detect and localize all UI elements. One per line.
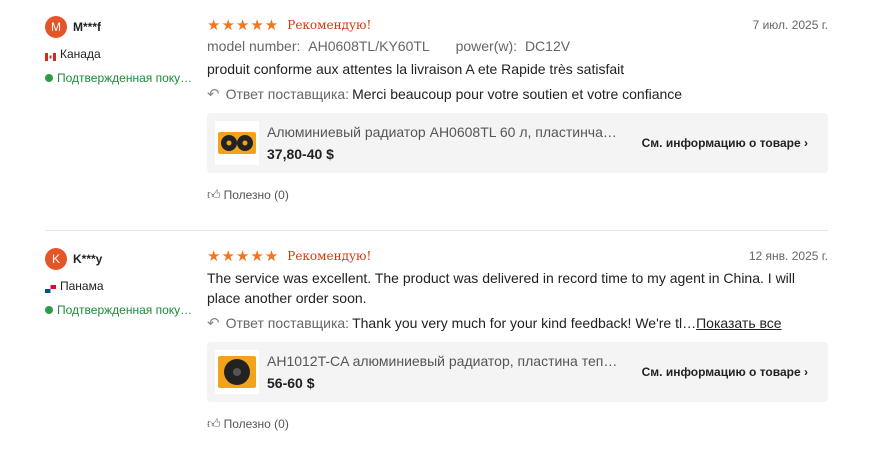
recommend-label: Рекомендую!: [287, 18, 372, 32]
attr-value: DC12V: [524, 38, 571, 54]
verified-icon: [45, 74, 53, 82]
product-details-link[interactable]: См. информацию о товаре ›: [642, 365, 808, 379]
rating-stars: ★★★★★: [207, 248, 280, 265]
rating-stars: ★★★★★: [207, 17, 280, 34]
flag-panama-icon: [45, 282, 56, 293]
reply-text: Merci beaucoup pour votre soutien et vot…: [352, 86, 683, 102]
reviewer-country: Канада: [45, 47, 195, 61]
review-card: K K***y Панама Подтвержденная поку… ★★★★…: [0, 227, 892, 454]
reply-text: Thank you very much for your kind feedba…: [352, 315, 697, 331]
verified-purchase: Подтвержденная поку…: [45, 71, 195, 85]
reply-label: Ответ поставщика:: [225, 315, 350, 331]
product-name[interactable]: AH1012T-CA алюминиевый радиатор, пластин…: [267, 353, 627, 369]
product-details-label[interactable]: См. информацию о товаре: [642, 365, 801, 379]
review-attributes: model number: AH0608TL/KY60TL power(w): …: [207, 38, 828, 54]
review-text: The service was excellent. The product w…: [207, 270, 796, 306]
thumbs-up-icon[interactable]: 👍︎: [207, 187, 221, 203]
review-card: M M***f Канада Подтвержденная поку… ★★★★…: [0, 0, 892, 227]
helpful-label[interactable]: Полезно (0): [224, 417, 289, 431]
reviewer-name: K***y: [73, 252, 103, 266]
review-date: 7 июл. 2025 г.: [752, 18, 828, 32]
chevron-right-icon: ›: [804, 136, 808, 150]
product-price: 56-60 $: [267, 375, 315, 391]
reviewer-info: K K***y Панама Подтвержденная поку…: [45, 248, 195, 317]
product-details-label[interactable]: См. информацию о товаре: [642, 136, 801, 150]
product-thumbnail[interactable]: [215, 350, 259, 394]
country-label: Канада: [60, 47, 101, 61]
verified-icon: [45, 306, 53, 314]
supplier-reply: ↶ Ответ поставщика: Thank you very much …: [207, 314, 828, 332]
attr-value: AH0608TL/KY60TL: [308, 38, 430, 54]
product-name[interactable]: Алюминиевый радиатор AH0608TL 60 л, плас…: [267, 124, 627, 140]
verified-label: Подтвержденная поку…: [57, 303, 193, 317]
flag-canada-icon: [45, 50, 56, 61]
avatar: K: [45, 248, 67, 270]
review-text: produit conforme aux attentes la livrais…: [207, 61, 625, 77]
product-thumbnail[interactable]: [215, 121, 259, 165]
country-label: Панама: [60, 279, 104, 293]
show-all-link[interactable]: Показать все: [696, 315, 781, 331]
product-card[interactable]: AH1012T-CA алюминиевый радиатор, пластин…: [207, 342, 828, 402]
product-details-link[interactable]: См. информацию о товаре ›: [642, 136, 808, 150]
product-price: 37,80-40 $: [267, 146, 334, 162]
reply-arrow-icon: ↶: [207, 86, 220, 103]
thumbs-up-icon[interactable]: 👍︎: [207, 416, 221, 432]
recommend-label: Рекомендую!: [287, 249, 372, 263]
chevron-right-icon: ›: [804, 365, 808, 379]
review-date: 12 янв. 2025 г.: [748, 249, 828, 263]
verified-purchase: Подтвержденная поку…: [45, 303, 195, 317]
verified-label: Подтвержденная поку…: [57, 71, 193, 85]
helpful-label[interactable]: Полезно (0): [224, 188, 289, 202]
supplier-reply: ↶ Ответ поставщика: Merci beaucoup pour …: [207, 85, 828, 103]
attr-label: model number:: [207, 38, 301, 54]
reply-label: Ответ поставщика:: [225, 86, 350, 102]
reply-arrow-icon: ↶: [207, 315, 220, 332]
reviewer-name: M***f: [73, 20, 102, 34]
avatar: M: [45, 16, 67, 38]
helpful-button[interactable]: 👍︎ Полезно (0): [207, 416, 828, 432]
helpful-button[interactable]: 👍︎ Полезно (0): [207, 187, 828, 203]
attr-label: power(w):: [455, 38, 518, 54]
reviewer-info: M M***f Канада Подтвержденная поку…: [45, 16, 195, 85]
product-card[interactable]: Алюминиевый радиатор AH0608TL 60 л, плас…: [207, 113, 828, 173]
reviewer-country: Панама: [45, 279, 195, 293]
